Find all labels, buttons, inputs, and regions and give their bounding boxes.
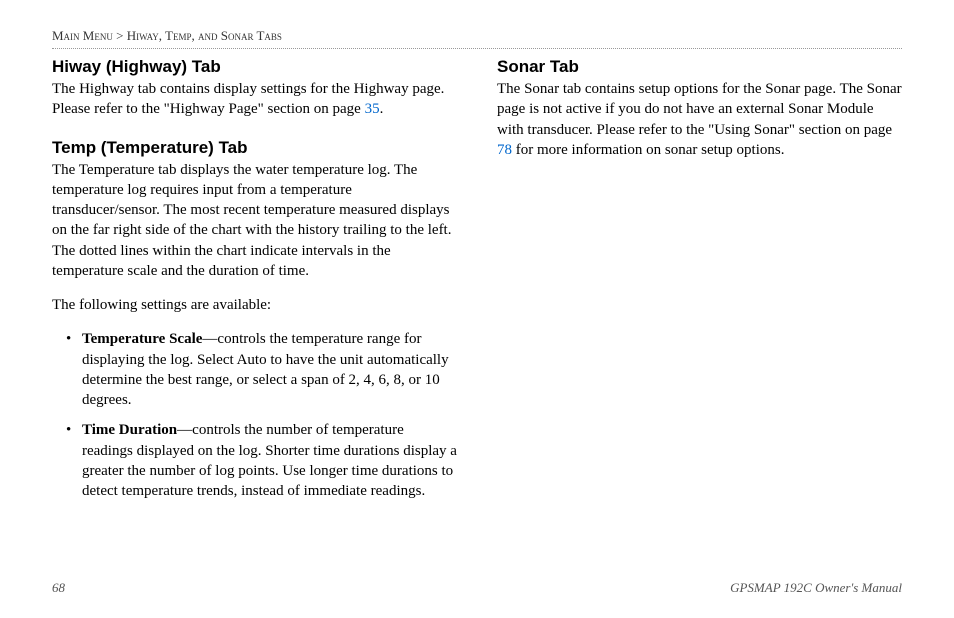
right-column: Sonar Tab The Sonar tab contains setup o…: [497, 57, 902, 519]
temp-title: Temp (Temperature) Tab: [52, 138, 457, 158]
sonar-section: Sonar Tab The Sonar tab contains setup o…: [497, 57, 902, 160]
temp-settings-list: Temperature Scale—controls the temperatu…: [52, 329, 457, 501]
page-number: 68: [52, 580, 65, 596]
temp-body-1: The Temperature tab displays the water t…: [52, 160, 457, 282]
breadcrumb: Main Menu > Hiway, Temp, and Sonar Tabs: [52, 28, 902, 49]
breadcrumb-sep: >: [113, 28, 127, 43]
hiway-section: Hiway (Highway) Tab The Highway tab cont…: [52, 57, 457, 120]
document-title: GPSMAP 192C Owner's Manual: [730, 580, 902, 596]
setting-label: Time Duration: [82, 422, 177, 438]
footer: 68 GPSMAP 192C Owner's Manual: [52, 580, 902, 596]
page-link-35[interactable]: 35: [365, 101, 380, 117]
page-link-78[interactable]: 78: [497, 142, 512, 158]
hiway-text-a: The Highway tab contains display setting…: [52, 81, 444, 117]
left-column: Hiway (Highway) Tab The Highway tab cont…: [52, 57, 457, 519]
breadcrumb-sub: Hiway, Temp, and Sonar Tabs: [127, 28, 282, 43]
sonar-text-b: for more information on sonar setup opti…: [512, 142, 784, 158]
temp-body-2: The following settings are available:: [52, 295, 457, 315]
hiway-text-b: .: [380, 101, 384, 117]
list-item: Temperature Scale—controls the temperatu…: [82, 329, 457, 410]
sonar-body: The Sonar tab contains setup options for…: [497, 79, 902, 160]
setting-label: Temperature Scale: [82, 331, 202, 347]
list-item: Time Duration—controls the number of tem…: [82, 420, 457, 501]
temp-section: Temp (Temperature) Tab The Temperature t…: [52, 138, 457, 502]
hiway-body: The Highway tab contains display setting…: [52, 79, 457, 120]
sonar-text-a: The Sonar tab contains setup options for…: [497, 81, 902, 138]
breadcrumb-main: Main Menu: [52, 28, 113, 43]
sonar-title: Sonar Tab: [497, 57, 902, 77]
hiway-title: Hiway (Highway) Tab: [52, 57, 457, 77]
content-area: Hiway (Highway) Tab The Highway tab cont…: [52, 57, 902, 519]
